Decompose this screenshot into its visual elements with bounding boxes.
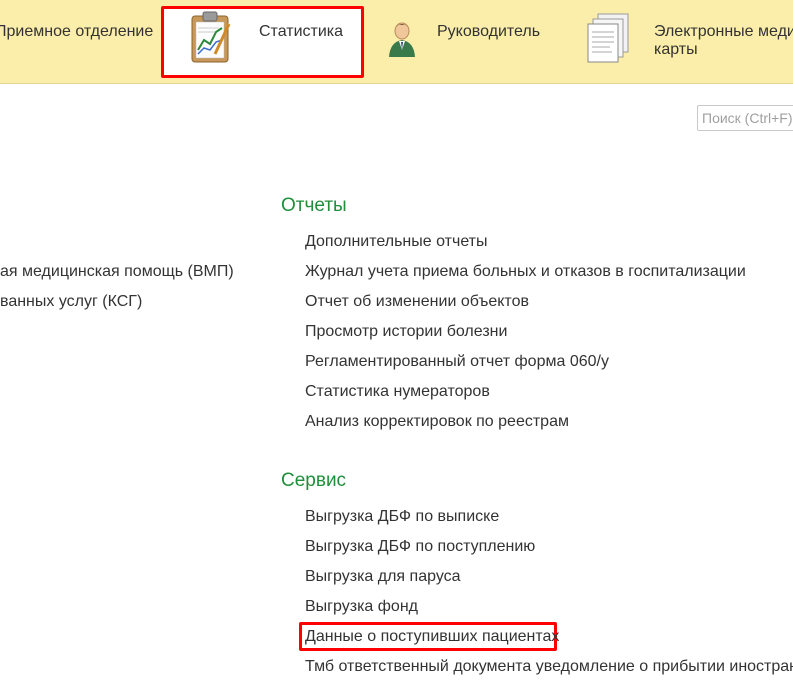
section-statistics[interactable]: Статистика: [161, 0, 364, 83]
section-statistics-label: Статистика: [259, 23, 344, 40]
section-manager-label: Руководитель: [437, 23, 541, 40]
report-numerator-stats[interactable]: Статистика нумераторов: [305, 382, 490, 402]
search-input[interactable]: [697, 105, 793, 131]
report-medical-history[interactable]: Просмотр истории болезни: [305, 322, 507, 342]
report-admission-journal[interactable]: Журнал учета приема больных и отказов в …: [305, 262, 746, 282]
section-reception-label: Приемное отделение: [0, 23, 154, 40]
service-fund-export[interactable]: Выгрузка фонд: [305, 597, 418, 617]
left-command-ksg[interactable]: ванных услуг (КСГ): [0, 292, 142, 312]
service-dbf-discharge[interactable]: Выгрузка ДБФ по выписке: [305, 507, 499, 527]
medical-records-icon: [584, 12, 632, 69]
service-group-title: Сервис: [281, 470, 347, 491]
section-manager[interactable]: Руководитель: [380, 0, 560, 83]
service-admitted-patients[interactable]: Данные о поступивших пациентах: [305, 627, 559, 647]
service-parus-export[interactable]: Выгрузка для паруса: [305, 567, 461, 587]
report-form-060[interactable]: Регламентированный отчет форма 060/у: [305, 352, 609, 372]
statistics-clipboard-icon: [189, 10, 233, 69]
report-object-changes[interactable]: Отчет об изменении объектов: [305, 292, 529, 312]
sections-panel: Приемное отделение Статистика Руководите…: [0, 0, 793, 84]
service-foreigner-arrival-notice[interactable]: Тмб ответственный документа уведомление …: [305, 657, 793, 677]
section-medical-records-label-line1: Электронные меди: [654, 23, 793, 40]
report-additional[interactable]: Дополнительные отчеты: [305, 232, 488, 252]
left-command-vmp[interactable]: ая медицинская помощь (ВМП): [0, 262, 234, 282]
section-medical-records-label-line2: карты: [654, 41, 698, 58]
report-registry-corrections[interactable]: Анализ корректировок по реестрам: [305, 412, 569, 432]
section-medical-records[interactable]: Электронные меди карты: [580, 0, 793, 83]
section-reception[interactable]: Приемное отделение: [0, 0, 154, 83]
manager-icon: [386, 20, 418, 63]
reports-group-title: Отчеты: [281, 195, 347, 216]
service-dbf-admission[interactable]: Выгрузка ДБФ по поступлению: [305, 537, 535, 557]
